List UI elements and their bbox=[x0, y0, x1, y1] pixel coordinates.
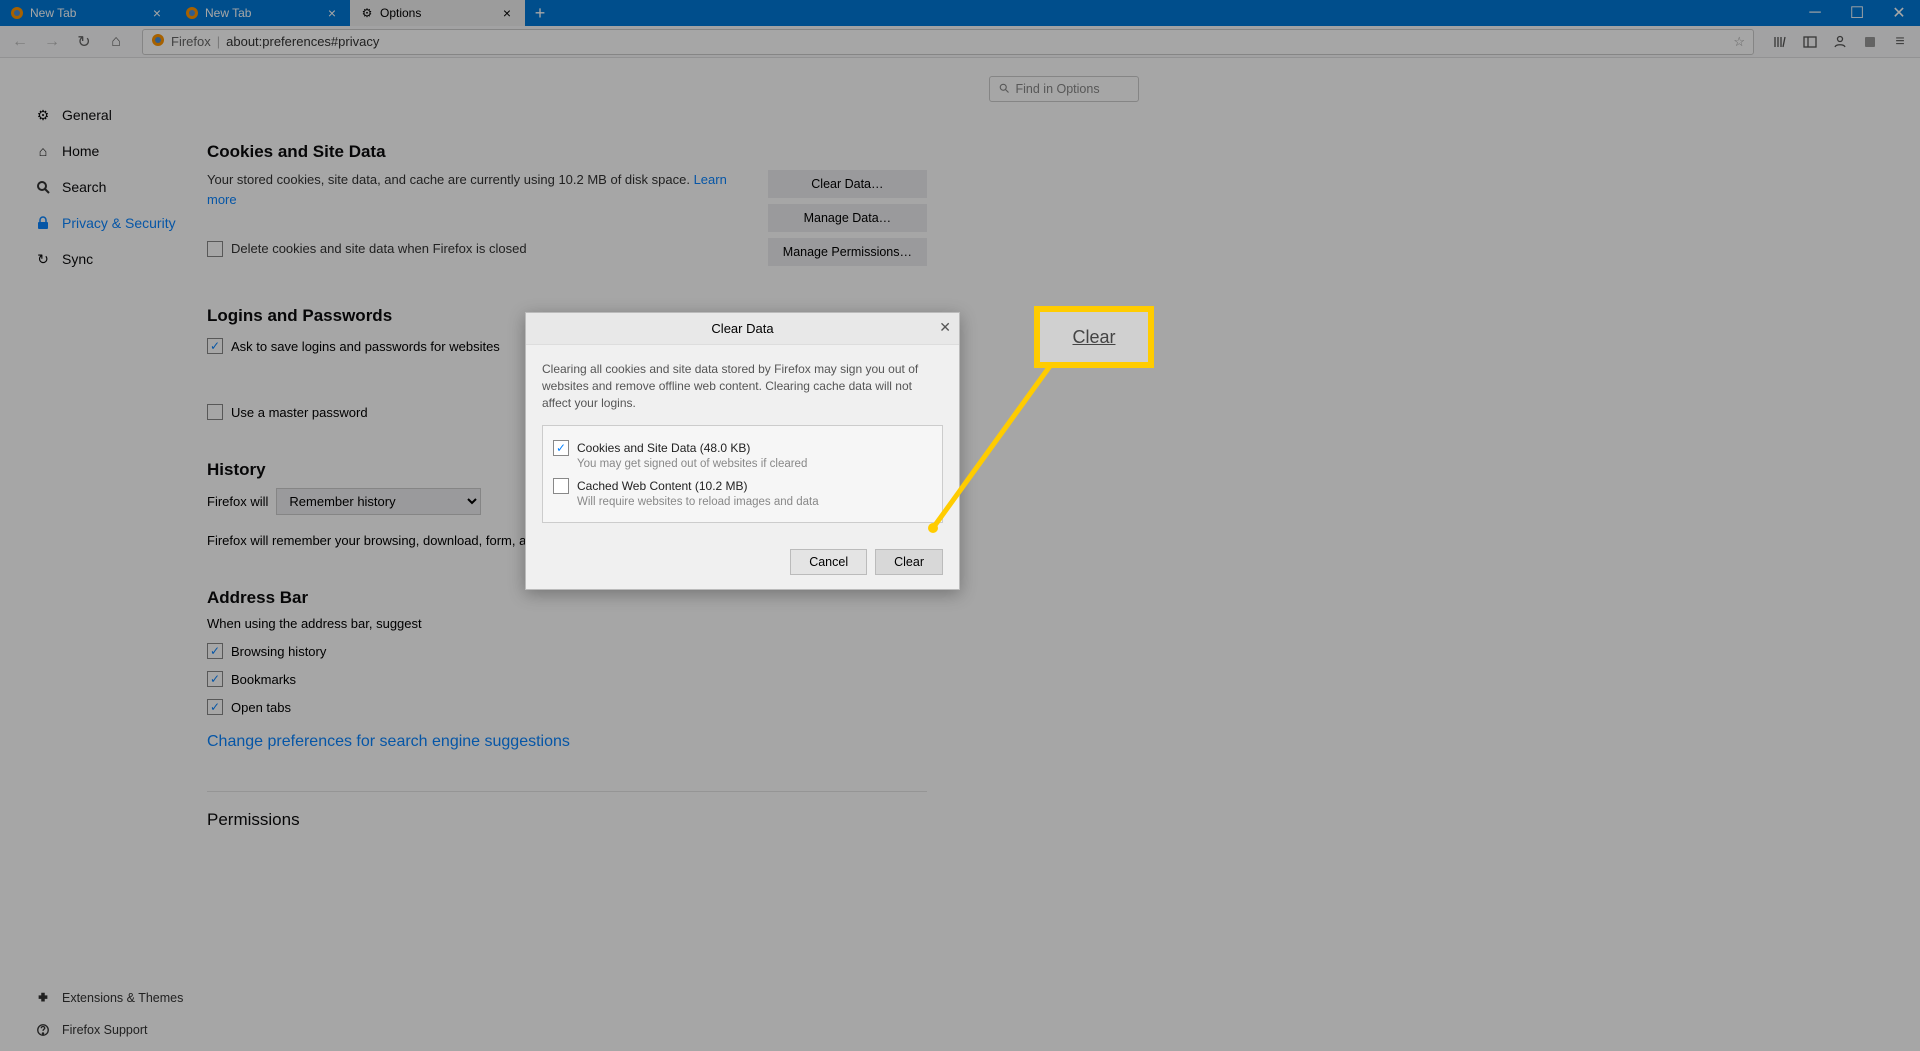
clear-data-options: Cookies and Site Data (48.0 KB) You may … bbox=[542, 425, 943, 523]
callout-label: Clear bbox=[1072, 327, 1115, 348]
callout-dot bbox=[928, 523, 938, 533]
dialog-description: Clearing all cookies and site data store… bbox=[542, 361, 943, 411]
modal-overlay bbox=[0, 0, 1920, 1051]
checkbox-label: Cookies and Site Data (48.0 KB) bbox=[577, 441, 750, 455]
dialog-close-button[interactable]: ✕ bbox=[939, 319, 951, 336]
checkbox-sublabel: Will require websites to reload images a… bbox=[577, 496, 932, 508]
clear-button[interactable]: Clear bbox=[875, 549, 943, 575]
cancel-button[interactable]: Cancel bbox=[790, 549, 867, 575]
dialog-title: Clear Data bbox=[711, 321, 773, 336]
cache-checkbox[interactable] bbox=[553, 478, 569, 494]
callout-highlight: Clear bbox=[1034, 306, 1154, 368]
clear-data-dialog: Clear Data ✕ Clearing all cookies and si… bbox=[525, 312, 960, 590]
checkbox-sublabel: You may get signed out of websites if cl… bbox=[577, 458, 932, 470]
cookies-checkbox[interactable] bbox=[553, 440, 569, 456]
checkbox-label: Cached Web Content (10.2 MB) bbox=[577, 479, 748, 493]
dialog-header: Clear Data ✕ bbox=[526, 313, 959, 345]
